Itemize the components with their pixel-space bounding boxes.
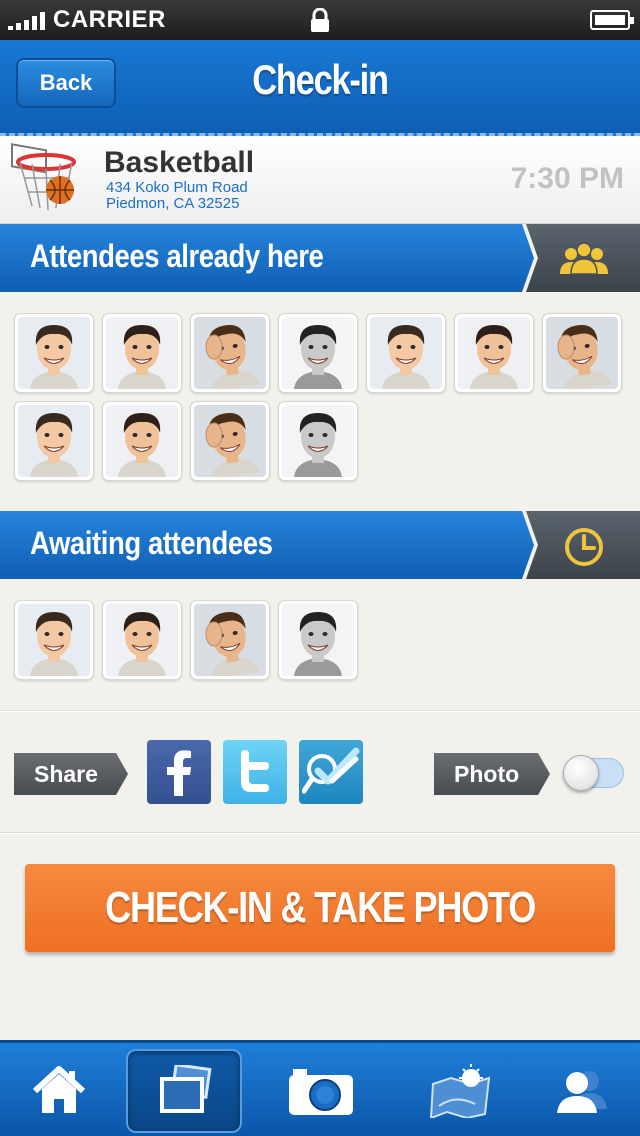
attendee-avatar[interactable]: [190, 401, 270, 481]
map-icon: [429, 1064, 491, 1118]
checkin-take-photo-button[interactable]: CHECK-IN & TAKE PHOTO: [25, 864, 615, 952]
home-icon: [32, 1066, 86, 1113]
page-title: Check-in: [252, 56, 389, 103]
section-title: Awaiting attendees: [30, 525, 273, 561]
clock-icon[interactable]: [556, 527, 612, 567]
basketball-hoop-icon: [11, 143, 76, 211]
attendees-here-row-2: [14, 401, 358, 481]
carrier-name: CARRIER: [53, 6, 166, 33]
attendee-avatar[interactable]: [14, 401, 94, 481]
attendees-here-row-1: [14, 313, 622, 393]
awaiting-attendees-row: [14, 600, 358, 680]
divider: [0, 832, 640, 834]
event-address-line1: 434 Koko Plum Road: [106, 179, 248, 196]
tab-map[interactable]: [406, 1049, 516, 1133]
toggle-knob[interactable]: [563, 755, 599, 791]
lock-icon: [311, 8, 329, 32]
attendee-avatar[interactable]: [366, 313, 446, 393]
photo-label: Photo: [434, 753, 550, 795]
navigation-header: Back Check-in: [0, 40, 640, 136]
attendee-avatar[interactable]: [102, 313, 182, 393]
attendee-avatar[interactable]: [14, 313, 94, 393]
camera-icon: [289, 1069, 353, 1115]
group-icon[interactable]: [556, 240, 612, 280]
attendee-avatar[interactable]: [190, 600, 270, 680]
attendee-avatar[interactable]: [102, 401, 182, 481]
tab-bar: [0, 1040, 640, 1136]
signal-strength-icon: [8, 10, 45, 30]
facebook-icon[interactable]: [147, 740, 211, 804]
attendee-avatar[interactable]: [102, 600, 182, 680]
tab-profile[interactable]: [526, 1049, 636, 1133]
foursquare-icon[interactable]: [299, 740, 363, 804]
event-time: 7:30 PM: [510, 162, 624, 195]
tab-camera[interactable]: [266, 1049, 376, 1133]
gallery-icon: [160, 1065, 212, 1113]
twitter-icon[interactable]: [223, 740, 287, 804]
cta-label: CHECK-IN & TAKE PHOTO: [105, 883, 536, 932]
section-attendees-here: Attendees already here: [0, 224, 640, 292]
attendee-avatar[interactable]: [542, 313, 622, 393]
event-address: 434 Koko Plum Road Piedmon, CA 32525: [106, 180, 248, 212]
event-info: Basketball 434 Koko Plum Road Piedmon, C…: [0, 136, 640, 224]
event-address-line2: Piedmon, CA 32525: [106, 195, 240, 212]
battery-icon: [590, 10, 634, 30]
section-awaiting-attendees: Awaiting attendees: [0, 511, 640, 579]
profile-icon: [557, 1071, 607, 1113]
tab-gallery[interactable]: [126, 1049, 242, 1133]
share-label: Share: [14, 753, 128, 795]
attendee-avatar[interactable]: [278, 313, 358, 393]
tab-home[interactable]: [4, 1049, 114, 1133]
attendee-avatar[interactable]: [14, 600, 94, 680]
event-name: Basketball: [104, 146, 255, 179]
photo-toggle[interactable]: [563, 755, 624, 791]
attendee-avatar[interactable]: [454, 313, 534, 393]
status-bar: CARRIER: [0, 0, 640, 40]
section-title: Attendees already here: [30, 238, 324, 274]
attendee-avatar[interactable]: [190, 313, 270, 393]
attendee-avatar[interactable]: [278, 600, 358, 680]
attendee-avatar[interactable]: [278, 401, 358, 481]
divider: [0, 710, 640, 712]
